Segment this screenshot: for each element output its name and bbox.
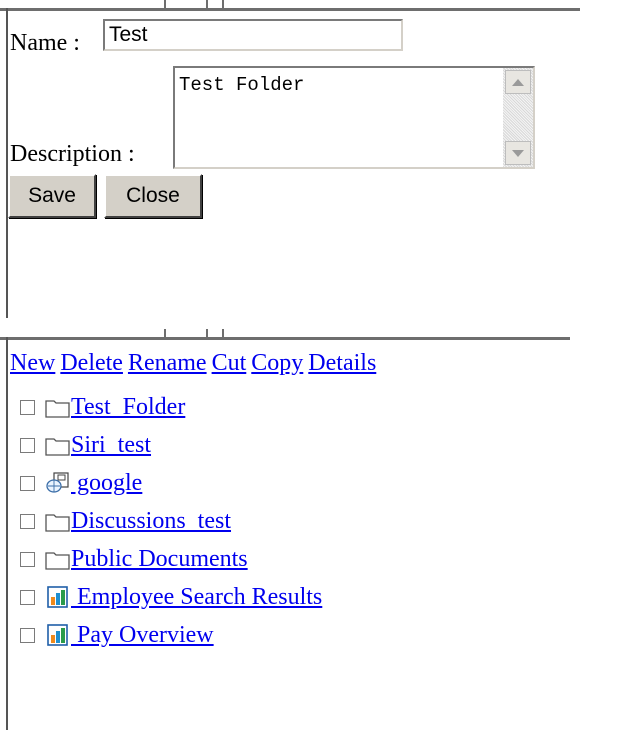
item-checkbox[interactable] xyxy=(20,627,35,643)
description-textarea[interactable]: Test Folder xyxy=(173,66,535,169)
item-link[interactable]: Siri test xyxy=(71,431,151,459)
description-scrollbar[interactable] xyxy=(503,68,533,167)
frame-tick xyxy=(206,329,208,338)
frame-tick xyxy=(222,0,224,9)
list-item: Siri test xyxy=(20,426,322,464)
folder-icon xyxy=(45,514,70,532)
item-link[interactable]: Public Documents xyxy=(71,545,248,573)
item-link[interactable]: Test Folder xyxy=(71,393,185,421)
frame-tick xyxy=(222,329,224,338)
panel-left-border xyxy=(6,337,8,730)
rename-link[interactable]: Rename xyxy=(128,350,207,376)
copy-link[interactable]: Copy xyxy=(251,350,303,376)
list-item: google xyxy=(20,464,322,502)
panel-left-border xyxy=(6,8,8,318)
frame-tick xyxy=(164,0,166,9)
scroll-down-button[interactable] xyxy=(505,141,531,165)
frame-tick xyxy=(164,329,166,338)
panel-top-border xyxy=(0,337,570,340)
list-item: Public Documents xyxy=(20,540,322,578)
edit-folder-panel: Name : Description : Test Folder Save Cl… xyxy=(0,0,632,320)
arrow-up-icon xyxy=(512,78,524,86)
list-item: Test Folder xyxy=(20,388,322,426)
item-checkbox[interactable] xyxy=(20,475,35,491)
name-input[interactable] xyxy=(103,19,403,51)
close-button[interactable]: Close xyxy=(104,174,202,218)
folder-icon xyxy=(45,438,70,456)
item-checkbox[interactable] xyxy=(20,513,35,529)
delete-link[interactable]: Delete xyxy=(60,350,123,376)
details-link[interactable]: Details xyxy=(308,350,376,376)
item-checkbox[interactable] xyxy=(20,437,35,453)
item-link[interactable]: Employee Search Results xyxy=(71,583,322,611)
folder-icon xyxy=(45,400,70,418)
action-toolbar: New Delete Rename Cut Copy Details xyxy=(10,348,381,378)
panel-top-border xyxy=(0,8,580,11)
name-label: Name : xyxy=(10,30,80,56)
report-icon xyxy=(47,586,68,608)
folder-browser-panel: New Delete Rename Cut Copy Details Test Folde… xyxy=(0,320,632,730)
description-label: Description : xyxy=(10,141,135,167)
web-link-icon xyxy=(46,472,69,493)
scroll-up-button[interactable] xyxy=(505,70,531,94)
folder-icon xyxy=(45,552,70,570)
item-checkbox[interactable] xyxy=(20,589,35,605)
folder-item-list: Test Folder Siri test google Discussions… xyxy=(20,388,322,654)
cut-link[interactable]: Cut xyxy=(212,350,247,376)
arrow-down-icon xyxy=(512,149,524,157)
report-icon xyxy=(47,624,68,646)
list-item: Discussions test xyxy=(20,502,322,540)
item-link[interactable]: Pay Overview xyxy=(71,621,214,649)
item-link[interactable]: google xyxy=(71,469,142,497)
item-link[interactable]: Discussions test xyxy=(71,507,231,535)
list-item: Pay Overview xyxy=(20,616,322,654)
item-checkbox[interactable] xyxy=(20,551,35,567)
item-checkbox[interactable] xyxy=(20,399,35,415)
save-button[interactable]: Save xyxy=(8,174,96,218)
list-item: Employee Search Results xyxy=(20,578,322,616)
description-text: Test Folder xyxy=(179,74,305,96)
frame-tick xyxy=(206,0,208,9)
new-link[interactable]: New xyxy=(10,350,55,376)
